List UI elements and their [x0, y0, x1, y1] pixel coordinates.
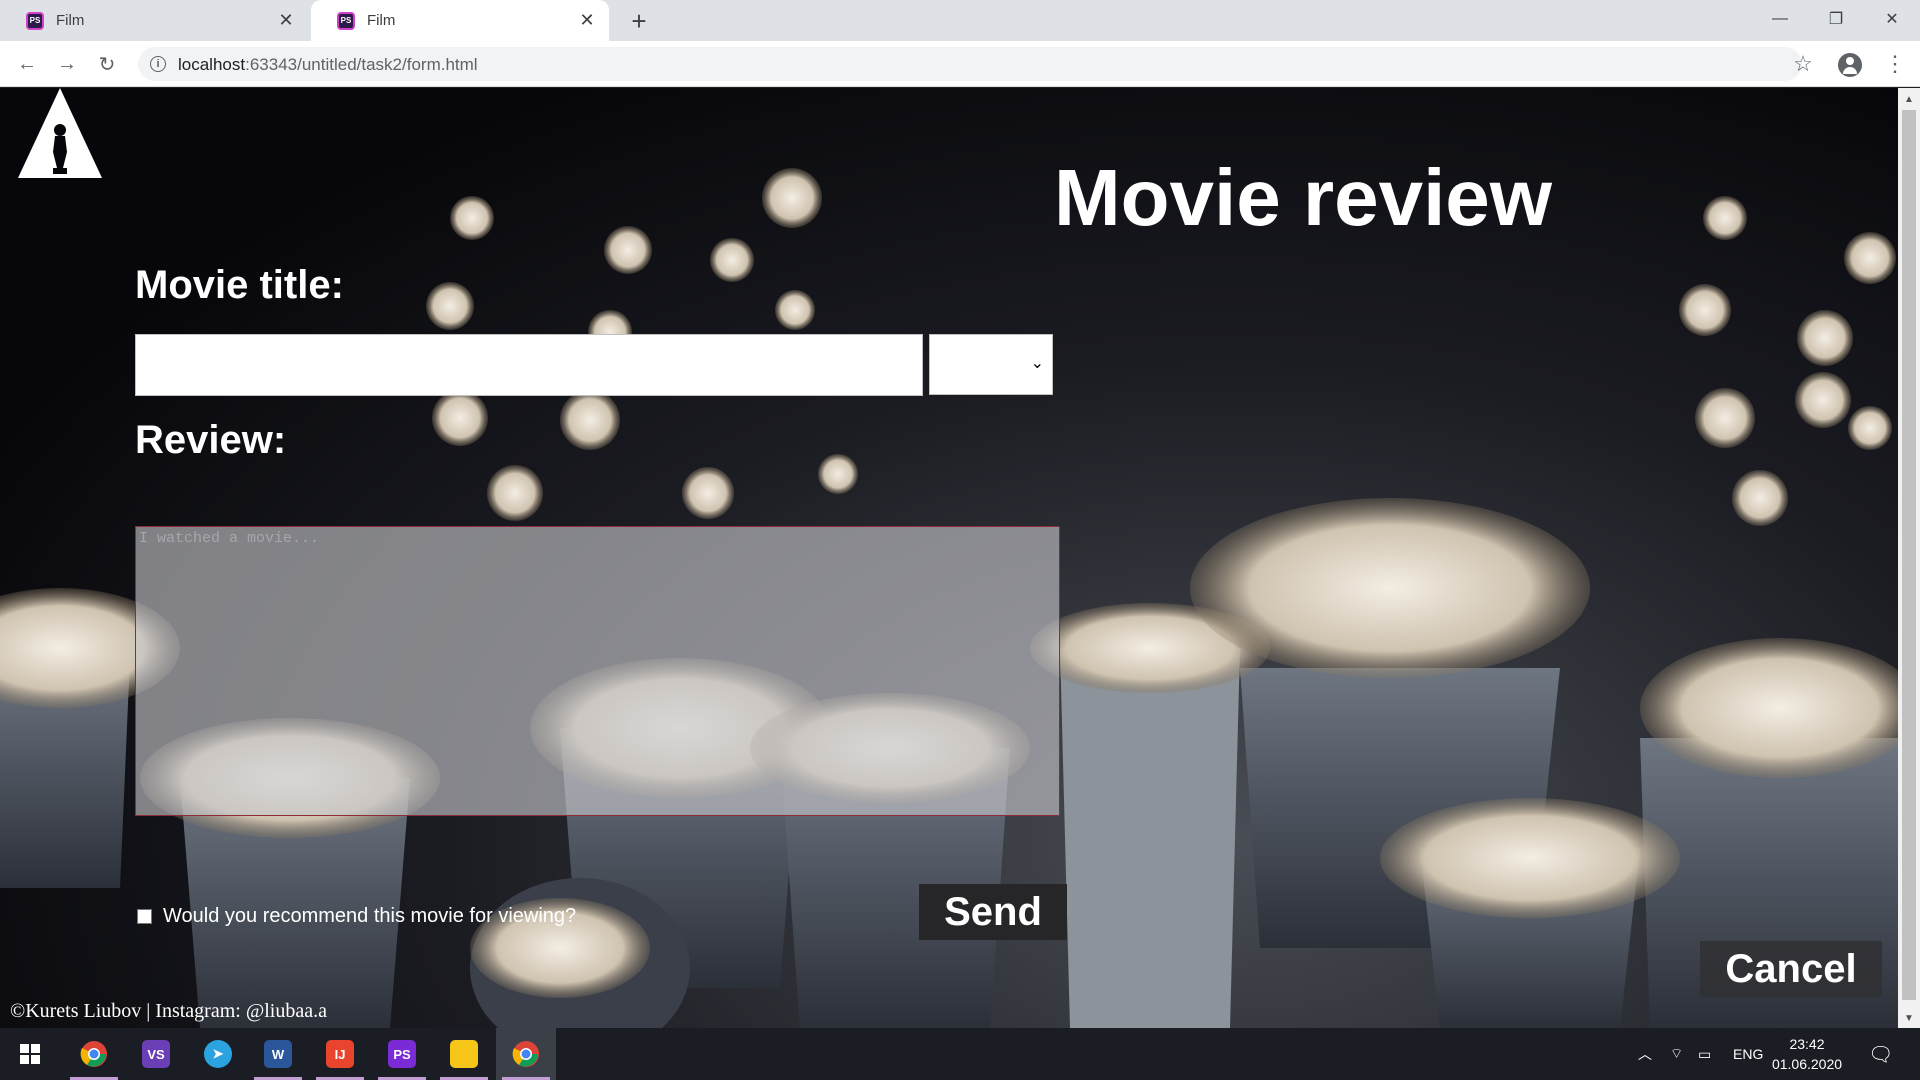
review-textarea[interactable]: I watched a movie...	[135, 526, 1060, 816]
page-viewport: Movie review Movie title: ⌄ Review: I wa…	[0, 88, 1898, 1028]
taskbar-intellij[interactable]: IJ	[310, 1028, 370, 1080]
taskbar-file-explorer[interactable]	[434, 1028, 494, 1080]
review-label: Review:	[135, 418, 287, 462]
intellij-icon: IJ	[326, 1040, 354, 1068]
windows-taskbar: VS ➤ W IJ PS ︿ ⌔ ▭ ENG 23:42 01.06.2020 …	[0, 1028, 1920, 1080]
windows-start-icon	[20, 1044, 40, 1064]
taskbar-visual-studio[interactable]: VS	[126, 1028, 186, 1080]
browser-toolbar: ← → ↻ i localhost:63343/untitled/task2/f…	[0, 41, 1920, 87]
browser-menu-icon[interactable]: ⋮	[1880, 49, 1910, 79]
back-button[interactable]: ←	[12, 49, 42, 79]
clock-date: 01.06.2020	[1771, 1056, 1843, 1072]
chrome-icon	[80, 1041, 107, 1067]
browser-tab[interactable]: PS Film ✕	[0, 0, 308, 41]
file-explorer-icon	[450, 1040, 478, 1068]
profile-avatar-icon[interactable]	[1838, 53, 1862, 77]
page-title: Movie review	[1054, 153, 1553, 242]
forward-button[interactable]: →	[52, 49, 82, 79]
battery-icon[interactable]: ▭	[1698, 1028, 1711, 1080]
tab-title: Film	[56, 12, 85, 29]
movie-title-input[interactable]	[135, 334, 923, 396]
oscar-logo-icon	[18, 88, 102, 178]
tray-chevron-icon[interactable]: ︿	[1638, 1028, 1652, 1080]
window-controls: ― ❐ ✕	[1752, 0, 1920, 41]
word-icon: W	[264, 1040, 292, 1068]
scroll-up-icon[interactable]: ▲	[1904, 94, 1914, 105]
restore-button[interactable]: ❐	[1808, 0, 1864, 38]
tab-title: Film	[367, 12, 396, 29]
review-placeholder: I watched a movie...	[139, 530, 320, 547]
recommend-label: Would you recommend this movie for viewi…	[163, 905, 577, 927]
phpstorm-favicon-icon: PS	[26, 11, 44, 30]
send-button[interactable]: Send	[919, 884, 1067, 940]
reload-button[interactable]: ↻	[92, 49, 122, 79]
taskbar-chrome-active[interactable]	[496, 1028, 556, 1080]
taskbar-word[interactable]: W	[248, 1028, 308, 1080]
close-window-button[interactable]: ✕	[1864, 0, 1920, 38]
site-info-icon[interactable]: i	[150, 56, 166, 72]
browser-tabstrip: PS Film ✕ PS Film ✕ + ― ❐ ✕	[0, 0, 1920, 41]
address-bar[interactable]: i localhost:63343/untitled/task2/form.ht…	[138, 47, 1802, 81]
phpstorm-favicon-icon: PS	[337, 11, 355, 30]
close-tab-icon[interactable]: ✕	[575, 9, 599, 33]
telegram-icon: ➤	[204, 1040, 232, 1068]
bookmark-star-icon[interactable]: ☆	[1788, 49, 1818, 79]
wifi-icon[interactable]: ⌔	[1670, 1028, 1683, 1080]
url-path: :63343/untitled/task2/form.html	[245, 55, 478, 74]
taskbar-clock[interactable]: 23:42 01.06.2020	[1762, 1034, 1852, 1074]
chevron-down-icon: ⌄	[1030, 355, 1044, 372]
clock-time: 23:42	[1789, 1036, 1825, 1052]
recommend-checkbox[interactable]	[137, 909, 152, 924]
footer-credits: ©Kurets Liubov | Instagram: @liubaa.a	[10, 1000, 327, 1022]
chrome-icon	[512, 1041, 539, 1067]
start-button[interactable]	[0, 1028, 60, 1080]
movie-title-label: Movie title:	[135, 263, 344, 307]
scroll-down-icon[interactable]: ▼	[1904, 1013, 1914, 1024]
new-tab-button[interactable]: +	[624, 6, 654, 36]
movie-title-select[interactable]: ⌄	[929, 334, 1053, 395]
notifications-icon[interactable]: 🗨	[1868, 1028, 1893, 1080]
taskbar-chrome[interactable]	[64, 1028, 124, 1080]
taskbar-phpstorm[interactable]: PS	[372, 1028, 432, 1080]
language-indicator[interactable]: ENG	[1733, 1028, 1763, 1080]
phpstorm-icon: PS	[388, 1040, 416, 1068]
url-host: localhost	[178, 55, 246, 74]
cancel-button[interactable]: Cancel	[1700, 941, 1882, 997]
visual-studio-icon: VS	[142, 1040, 170, 1068]
browser-tab-active[interactable]: PS Film ✕	[311, 0, 609, 41]
taskbar-telegram[interactable]: ➤	[188, 1028, 248, 1080]
vertical-scrollbar[interactable]: ▲ ▼	[1898, 88, 1920, 1028]
url-text: localhost:63343/untitled/task2/form.html	[178, 55, 478, 75]
close-tab-icon[interactable]: ✕	[274, 9, 298, 33]
recommend-row: Would you recommend this movie for viewi…	[137, 905, 576, 928]
scrollbar-thumb[interactable]	[1902, 110, 1916, 1000]
minimize-button[interactable]: ―	[1752, 0, 1808, 38]
